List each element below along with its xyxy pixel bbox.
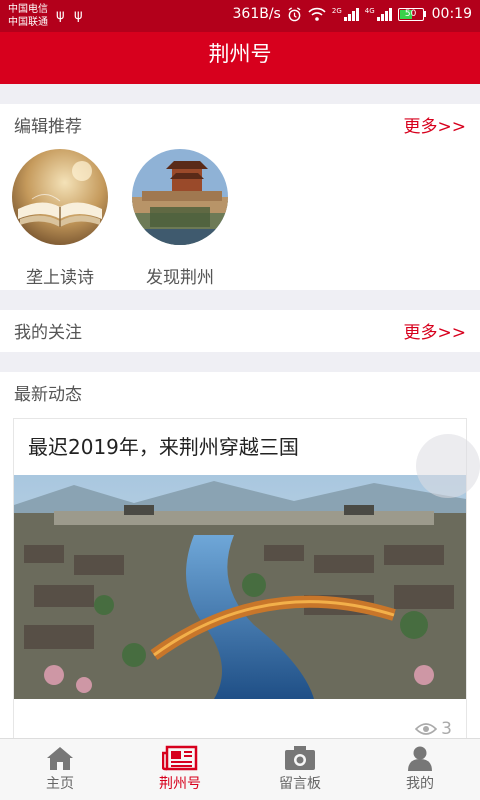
nav-label: 荆州号 — [159, 776, 201, 792]
more-link[interactable]: 更多>> — [404, 112, 467, 137]
view-count: 3 — [415, 719, 452, 739]
my-follow-section: 我的关注 更多>> — [0, 310, 480, 352]
editor-recommend-section: 编辑推荐 更多>> 垄上读诗 发现荆州 — [0, 104, 480, 290]
floating-assistive-button[interactable] — [416, 434, 480, 498]
city-gate-icon — [132, 149, 228, 245]
recommend-item-discover[interactable]: 发现荆州 — [125, 149, 235, 288]
more-link[interactable]: 更多>> — [404, 318, 467, 343]
alarm-icon — [288, 6, 301, 21]
person-icon — [408, 746, 432, 771]
news-card-title: 最迟2019年，来荆州穿越三国 — [28, 435, 299, 459]
recommend-label: 垄上读诗 — [26, 268, 94, 288]
news-card[interactable]: 最迟2019年，来荆州穿越三国 3 — [13, 418, 467, 748]
section-title: 我的关注 — [14, 323, 82, 343]
home-icon — [47, 747, 73, 770]
status-bar: 中国电信 中国联通 ψ ψ 361B/s 2G 4G 50 00:19 — [0, 0, 480, 32]
nav-item-jingzhouhao[interactable]: 荆州号 — [120, 739, 240, 800]
carrier-info: 中国电信 中国联通 — [8, 3, 48, 29]
bottom-nav: 主页 荆州号 留言板 我的 — [0, 738, 480, 800]
nav-label: 留言板 — [279, 776, 321, 792]
nav-item-message-board[interactable]: 留言板 — [240, 739, 360, 800]
recommend-item-poetry[interactable]: 垄上读诗 — [5, 149, 115, 288]
section-title: 最新动态 — [14, 385, 82, 405]
eye-icon — [415, 723, 438, 735]
battery-level: 50 — [404, 8, 417, 19]
signal-icon: 2G — [332, 7, 359, 21]
net-speed: 361B/s — [232, 6, 281, 22]
signal-icon: 4G — [365, 7, 392, 21]
nav-label: 我的 — [406, 776, 434, 792]
clock: 00:19 — [431, 6, 472, 22]
news-card-image — [14, 475, 466, 699]
battery-icon: 50 — [397, 7, 426, 21]
usb-icon: ψ — [74, 8, 83, 23]
usb-icon: ψ — [56, 8, 65, 23]
nav-item-mine[interactable]: 我的 — [360, 739, 480, 800]
camera-icon — [285, 746, 315, 770]
section-title: 编辑推荐 — [14, 117, 82, 137]
newspaper-icon — [162, 745, 198, 771]
view-count-value: 3 — [441, 719, 452, 739]
open-book-icon — [12, 149, 108, 245]
recommend-label: 发现荆州 — [146, 268, 214, 288]
nav-label: 主页 — [46, 776, 74, 792]
carrier-1: 中国电信 — [8, 4, 48, 15]
page-title: 荆州号 — [208, 42, 272, 66]
wifi-icon — [308, 7, 326, 21]
app-header: 荆州号 — [0, 32, 480, 84]
nav-item-home[interactable]: 主页 — [0, 739, 120, 800]
carrier-2: 中国联通 — [8, 17, 48, 28]
status-indicators: 361B/s 2G 4G 50 00:19 — [233, 6, 472, 22]
